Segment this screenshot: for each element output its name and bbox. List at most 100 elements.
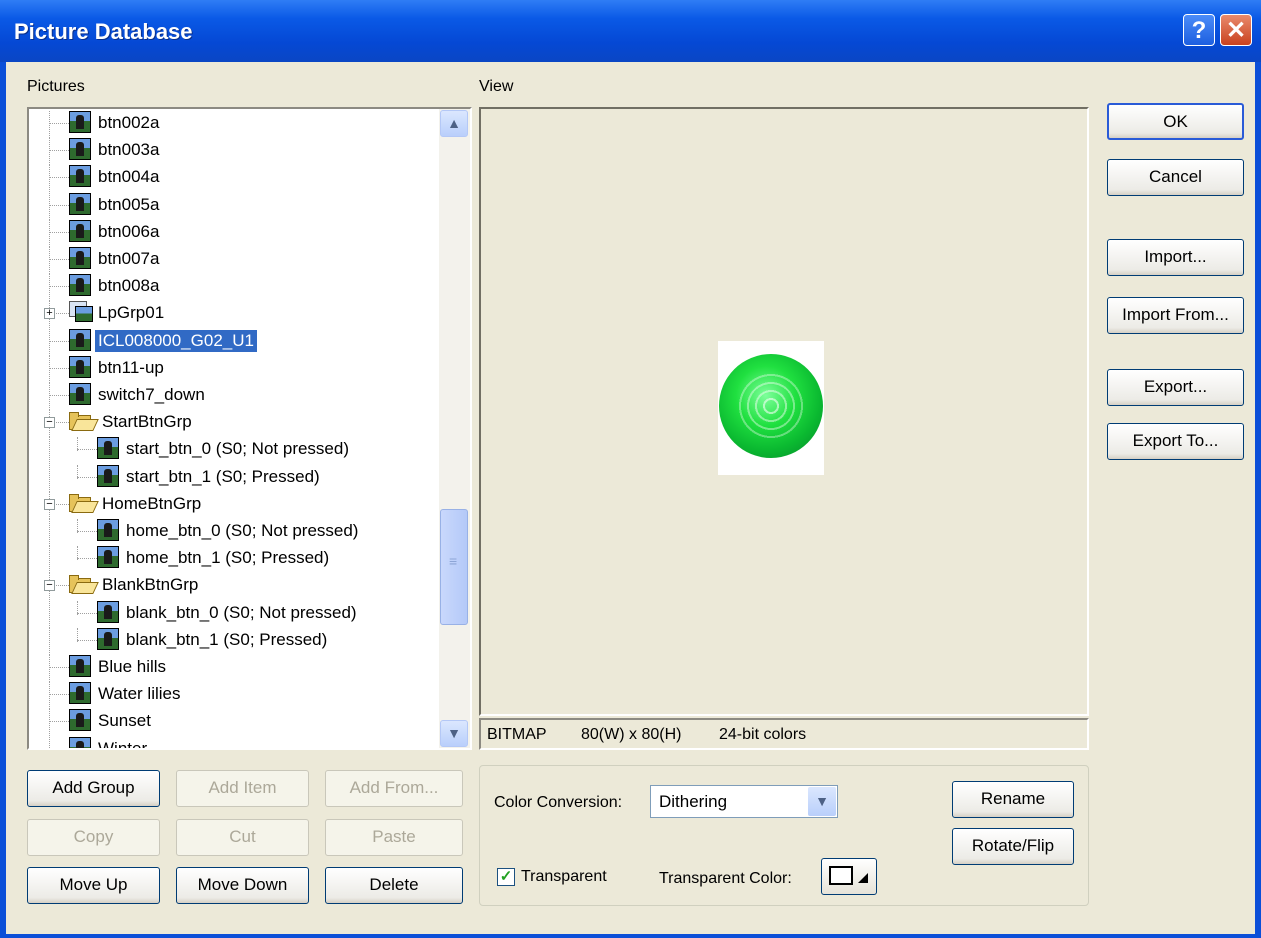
tree-connector (49, 682, 51, 710)
tree-item[interactable]: blank_btn_0 (S0; Not pressed) (29, 600, 434, 628)
tree-connector (49, 150, 69, 152)
tree-connector (49, 340, 69, 343)
dialog-window: Picture Database ? ✕ Pictures View btn00… (0, 0, 1261, 938)
size-text: 80(W) x 80(H) (581, 726, 682, 743)
add-from-button[interactable]: Add From... (325, 770, 463, 807)
tree-connector (49, 627, 51, 655)
ok-button[interactable]: OK (1107, 103, 1244, 140)
scroll-down-button[interactable]: ▼ (440, 720, 468, 747)
cut-button[interactable]: Cut (176, 819, 309, 856)
colors-text: 24-bit colors (719, 726, 807, 743)
cancel-button[interactable]: Cancel (1107, 159, 1244, 196)
add-group-button[interactable]: Add Group (27, 770, 160, 807)
tree-item[interactable]: btn006a (29, 219, 434, 247)
delete-button[interactable]: Delete (325, 867, 463, 904)
picture-icon (97, 546, 119, 569)
picture-preview (479, 107, 1089, 716)
tree-connector (49, 111, 51, 138)
format-text: BITMAP (487, 726, 547, 743)
tree-item-label: StartBtnGrp (102, 412, 192, 432)
tree-connector (49, 367, 69, 370)
picture-icon (97, 437, 119, 460)
collapse-icon[interactable]: − (44, 417, 55, 429)
move-down-button[interactable]: Move Down (176, 867, 309, 904)
add-item-button[interactable]: Add Item (176, 770, 309, 807)
tree-item-label: start_btn_1 (S0; Pressed) (126, 466, 320, 486)
paste-button[interactable]: Paste (325, 819, 463, 856)
tree-connector (49, 177, 69, 179)
tree-connector (49, 204, 69, 207)
scroll-thumb[interactable] (440, 509, 468, 625)
chevron-down-icon[interactable]: ▼ (808, 787, 836, 816)
pictures-label: Pictures (27, 78, 85, 95)
tree-item-label: ICL008000_G02_U1 (94, 328, 258, 353)
tree-item[interactable]: btn11-up (29, 355, 434, 383)
tree-connector (49, 600, 51, 628)
tree-item[interactable]: + LpGrp01 (29, 301, 434, 329)
tree-group-item[interactable]: − StartBtnGrp (29, 410, 434, 438)
color-conversion-select[interactable]: Dithering ▼ (650, 785, 838, 818)
scroll-up-button[interactable]: ▲ (440, 110, 468, 137)
tree-item[interactable]: start_btn_1 (S0; Pressed) (29, 464, 434, 492)
tree-connector (77, 612, 97, 615)
tree-item[interactable]: btn002a (29, 111, 434, 138)
rename-button[interactable]: Rename (952, 781, 1074, 818)
collapse-icon[interactable]: − (44, 580, 55, 592)
expand-icon[interactable]: + (44, 308, 55, 320)
tree-connector (77, 519, 79, 533)
tree-item-label: btn006a (98, 221, 160, 241)
help-button[interactable]: ? (1183, 14, 1215, 46)
tree-item-label: BlankBtnGrp (102, 575, 199, 595)
tree-item[interactable]: blank_btn_1 (S0; Pressed) (29, 627, 434, 655)
pictures-tree[interactable]: btn002a btn003a btn004a btn005a btn006a btn00… (27, 107, 472, 750)
tree-connector (49, 694, 69, 696)
tree-item-label: LpGrp01 (98, 303, 165, 323)
tree-item[interactable]: ICL008000_G02_U1 (29, 328, 434, 356)
tree-group-item[interactable]: − BlankBtnGrp (29, 573, 434, 601)
transparent-color-picker[interactable] (821, 858, 877, 895)
tree-scrollbar[interactable]: ▲ ▼ (439, 109, 470, 748)
tree-connector (49, 231, 69, 234)
picture-icon (69, 655, 91, 677)
tree-connector (49, 355, 51, 383)
transparent-color-label: Transparent Color: (659, 870, 792, 887)
tree-item[interactable]: btn007a (29, 247, 434, 274)
tree-connector (77, 639, 97, 642)
transparent-label[interactable]: Transparent (521, 868, 607, 886)
export-to-button[interactable]: Export To... (1107, 423, 1244, 460)
tree-item-label: btn007a (98, 249, 160, 268)
tree-item[interactable]: btn005a (29, 192, 434, 220)
tree-item[interactable]: btn003a (29, 138, 434, 166)
tree-group-item[interactable]: − HomeBtnGrp (29, 491, 434, 519)
picture-icon (97, 519, 119, 541)
tree-item[interactable]: Sunset (29, 709, 434, 737)
export-button[interactable]: Export... (1107, 369, 1244, 406)
tree-item[interactable]: Blue hills (29, 655, 434, 682)
close-button[interactable]: ✕ (1220, 14, 1252, 46)
import-button[interactable]: Import... (1107, 239, 1244, 276)
tree-item[interactable]: start_btn_0 (S0; Not pressed) (29, 437, 434, 465)
tree-item[interactable]: Winter (29, 736, 434, 750)
picture-icon (69, 192, 91, 215)
move-up-button[interactable]: Move Up (27, 867, 160, 904)
tree-item-label: btn003a (98, 140, 160, 160)
tree-item-label: Winter (98, 738, 148, 750)
collapse-icon[interactable]: − (44, 498, 55, 510)
tree-item[interactable]: Water lilies (29, 682, 434, 710)
tree-item[interactable]: btn008a (29, 274, 434, 302)
title-bar[interactable]: Picture Database ? ✕ (0, 0, 1261, 62)
rotate-flip-button[interactable]: Rotate/Flip (952, 828, 1074, 865)
transparent-checkbox[interactable]: ✓ (497, 868, 515, 886)
copy-button[interactable]: Copy (27, 819, 160, 856)
tree-item[interactable]: switch7_down (29, 383, 434, 410)
tree-item[interactable]: home_btn_0 (S0; Not pressed) (29, 519, 434, 546)
tree-connector (49, 721, 69, 723)
tree-connector (49, 138, 51, 166)
tree-item[interactable]: btn004a (29, 165, 434, 193)
import-from-button[interactable]: Import From... (1107, 297, 1244, 334)
tree-item[interactable]: home_btn_1 (S0; Pressed) (29, 546, 434, 574)
tree-item-label: btn004a (98, 167, 160, 187)
tree-item-label: switch7_down (98, 385, 205, 404)
picture-icon (69, 383, 91, 405)
color-conversion-label: Color Conversion: (494, 794, 623, 811)
